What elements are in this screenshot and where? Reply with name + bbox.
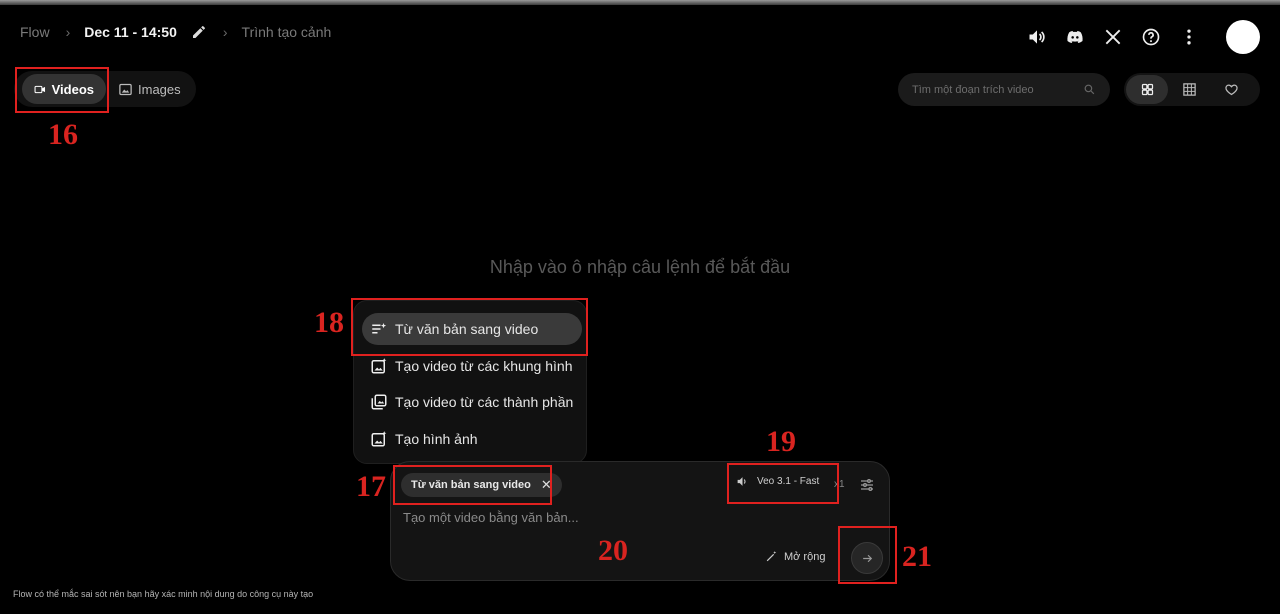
tab-label: Images	[138, 81, 181, 97]
annotation-number-20: 20	[598, 534, 628, 567]
edit-pencil-icon[interactable]	[191, 24, 207, 40]
annotation-box-18	[351, 298, 588, 356]
view-toggle	[1124, 73, 1260, 106]
breadcrumb-root[interactable]: Flow	[20, 24, 50, 40]
expand-label: Mở rộng	[784, 550, 826, 563]
annotation-box-16	[15, 67, 109, 113]
annotation-box-19	[727, 463, 839, 504]
menu-item-label: Tạo hình ảnh	[395, 431, 478, 447]
menu-item-label: Tạo video từ các khung hình	[395, 358, 573, 374]
project-title: Dec 11 - 14:50	[84, 24, 177, 40]
x-logo-icon[interactable]	[1100, 24, 1126, 50]
favorite-icon	[1224, 84, 1238, 96]
breadcrumb: Flow › Dec 11 - 14:50 › Trình tạo cảnh	[20, 24, 331, 40]
search-placeholder: Tìm một đoạn trích video	[912, 83, 1034, 96]
annotation-number-16: 16	[48, 118, 78, 151]
volume-icon[interactable]	[1024, 24, 1050, 50]
discord-icon[interactable]	[1062, 24, 1088, 50]
tune-settings-icon[interactable]	[859, 477, 875, 493]
expand-button[interactable]: Mở rộng	[765, 550, 825, 563]
prompt-input[interactable]: Tạo một video bằng văn bản...	[403, 510, 579, 525]
help-icon[interactable]	[1138, 24, 1164, 50]
grid-icon	[1141, 83, 1153, 96]
view-favorites-button[interactable]	[1210, 75, 1252, 104]
annotation-number-19: 19	[766, 425, 796, 458]
avatar[interactable]	[1226, 20, 1260, 54]
tab-images[interactable]: Images	[106, 74, 193, 104]
view-grid-button[interactable]	[1126, 75, 1168, 104]
breadcrumb-page: Trình tạo cảnh	[241, 24, 332, 40]
search-input[interactable]: Tìm một đoạn trích video	[898, 73, 1110, 106]
menu-item-ingredients-to-video[interactable]: Tạo video từ các thành phần	[362, 386, 582, 418]
image-icon	[119, 83, 132, 95]
annotation-number-18: 18	[314, 306, 344, 339]
disclaimer-text: Flow có thể mắc sai sót nên bạn hãy xác …	[13, 589, 314, 599]
header-actions	[1012, 20, 1260, 54]
menu-item-create-image[interactable]: Tạo hình ảnh	[362, 423, 582, 455]
empty-state-message: Nhập vào ô nhập câu lệnh để bắt đầu	[489, 257, 791, 277]
annotation-box-17	[393, 465, 552, 505]
annotation-number-21: 21	[902, 540, 932, 573]
ingredients-icon	[371, 394, 387, 410]
menu-item-label: Tạo video từ các thành phần	[395, 394, 574, 410]
chevron-right-icon: ›	[222, 24, 228, 40]
frames-icon	[371, 358, 387, 374]
annotation-number-17: 17	[356, 470, 386, 503]
magic-wand-icon	[766, 551, 777, 562]
window-top-edge	[0, 0, 1280, 5]
annotation-box-21	[838, 526, 897, 584]
search-icon	[1084, 84, 1095, 95]
chevron-right-icon: ›	[65, 24, 71, 40]
view-grid-small-button[interactable]	[1168, 75, 1210, 104]
grid-small-icon	[1182, 83, 1196, 96]
more-vert-icon[interactable]	[1176, 24, 1202, 50]
create-image-icon	[371, 431, 387, 447]
